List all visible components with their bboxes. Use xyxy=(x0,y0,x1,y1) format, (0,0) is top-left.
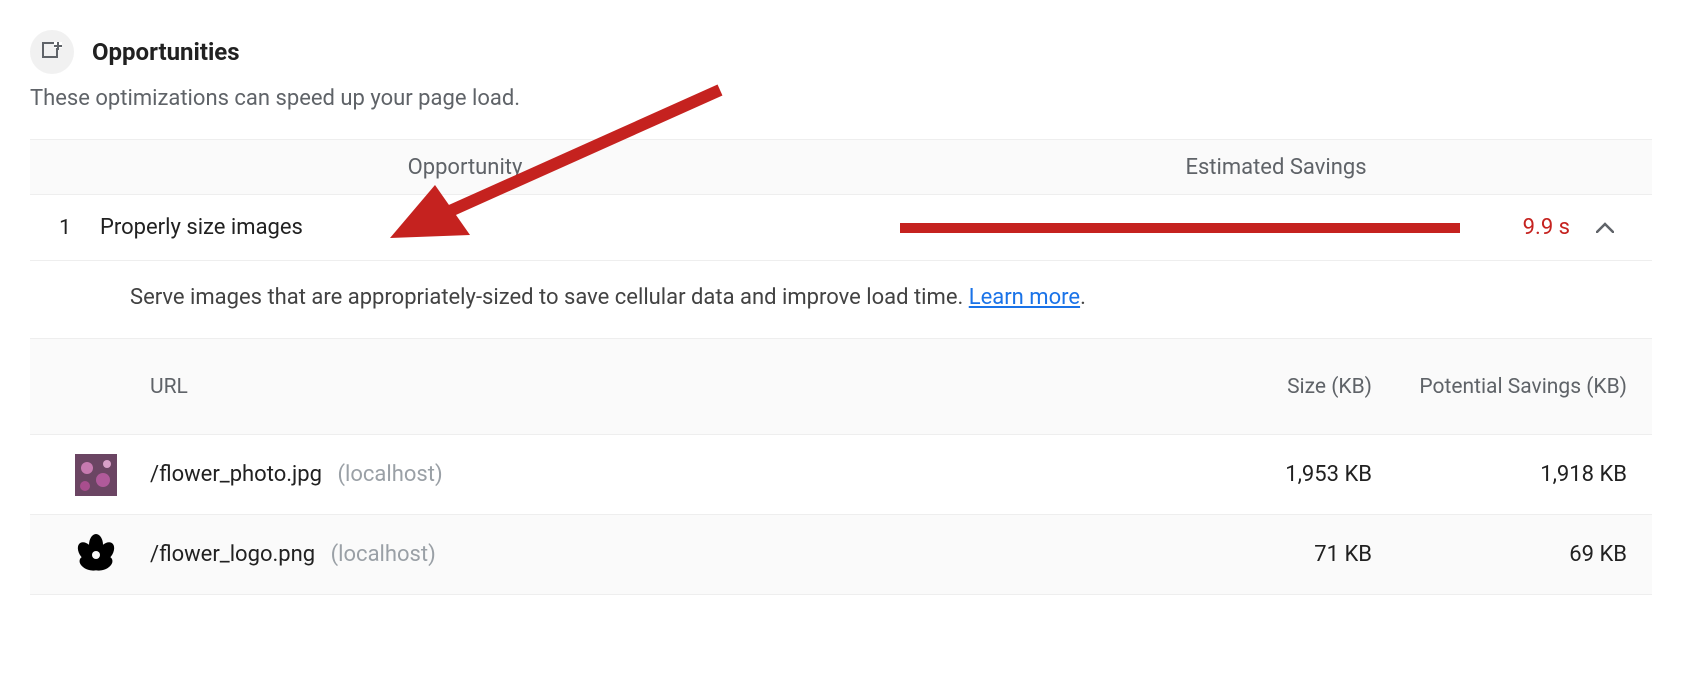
column-header-savings: Estimated Savings xyxy=(900,155,1652,180)
opportunity-index: 1 xyxy=(30,216,100,240)
column-header-opportunity: Opportunity xyxy=(30,155,900,180)
table-header-savings: Potential Savings (KB) xyxy=(1392,375,1652,399)
section-title: Opportunities xyxy=(92,38,240,66)
size-cell: 71 KB xyxy=(1132,542,1392,567)
description-text: Serve images that are appropriately-size… xyxy=(130,285,969,310)
opportunity-name: Properly size images xyxy=(100,215,900,240)
section-header: Opportunities xyxy=(30,30,1652,74)
chevron-up-icon[interactable] xyxy=(1580,217,1630,238)
description-suffix: . xyxy=(1080,285,1086,310)
columns-header: Opportunity Estimated Savings xyxy=(30,139,1652,195)
table-row: /flower_logo.png (localhost) 71 KB 69 KB xyxy=(30,515,1652,595)
learn-more-link[interactable]: Learn more xyxy=(969,285,1080,310)
thumbnail-cell xyxy=(30,454,150,496)
table-header: URL Size (KB) Potential Savings (KB) xyxy=(30,339,1652,435)
savings-cell: 69 KB xyxy=(1392,542,1652,567)
url-origin: (localhost) xyxy=(331,542,436,567)
image-thumbnail xyxy=(75,534,117,576)
table-header-url: URL xyxy=(30,375,1132,399)
savings-cell: 1,918 KB xyxy=(1392,462,1652,487)
section-subtitle: These optimizations can speed up your pa… xyxy=(30,86,1652,111)
opportunity-row[interactable]: 1 Properly size images 9.9 s xyxy=(30,195,1652,261)
url-path: /flower_logo.png xyxy=(150,542,315,567)
url-path: /flower_photo.jpg xyxy=(150,462,322,487)
savings-value: 9.9 s xyxy=(1460,215,1580,240)
thumbnail-cell xyxy=(30,534,150,576)
table-row: /flower_photo.jpg (localhost) 1,953 KB 1… xyxy=(30,435,1652,515)
table-header-size: Size (KB) xyxy=(1132,375,1392,399)
size-cell: 1,953 KB xyxy=(1132,462,1392,487)
url-origin: (localhost) xyxy=(337,462,442,487)
url-cell: /flower_photo.jpg (localhost) xyxy=(150,462,1132,487)
url-cell: /flower_logo.png (localhost) xyxy=(150,542,1132,567)
opportunity-description: Serve images that are appropriately-size… xyxy=(30,261,1652,339)
opportunities-icon xyxy=(30,30,74,74)
savings-bar-container xyxy=(900,223,1460,233)
image-thumbnail xyxy=(75,454,117,496)
savings-bar xyxy=(900,223,1460,233)
